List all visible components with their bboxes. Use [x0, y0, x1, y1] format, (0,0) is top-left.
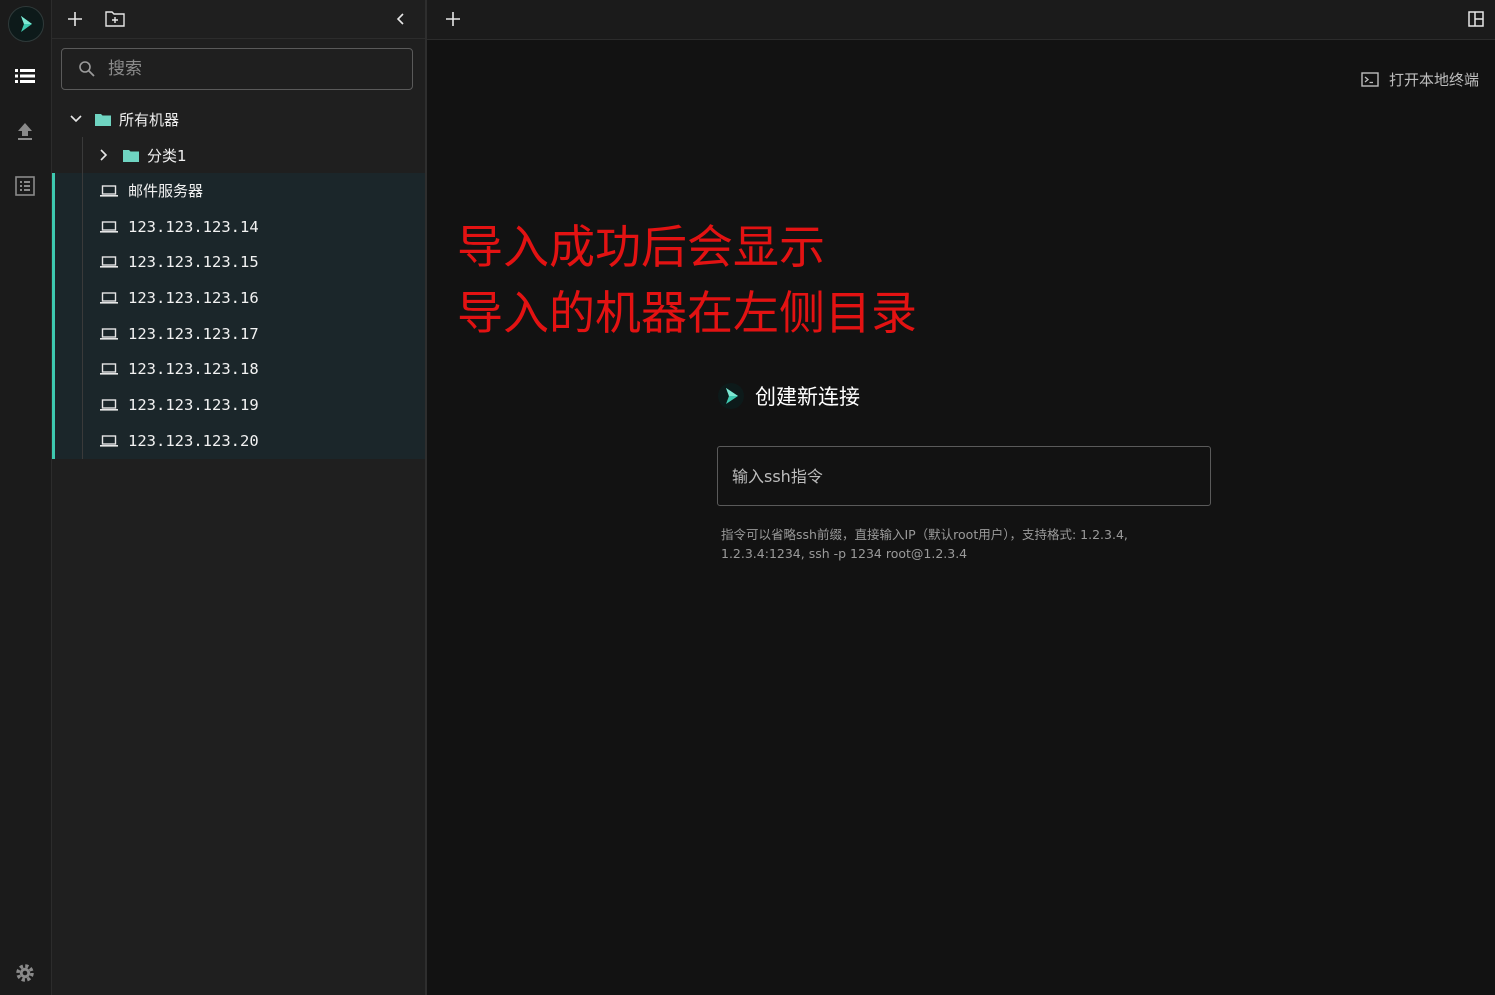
- laptop-icon: [100, 185, 118, 197]
- laptop-icon: [100, 434, 118, 447]
- host-item[interactable]: 123.123.123.16: [55, 280, 425, 316]
- tree-folder-label: 分类1: [147, 146, 187, 165]
- laptop-icon: [100, 256, 118, 268]
- main-area: 打开本地终端 导入成功后会显示 导入的机器在左侧目录 创建新连接 指令可以省略s…: [427, 0, 1495, 995]
- host-label: 123.123.123.14: [128, 217, 259, 236]
- search-input[interactable]: [106, 58, 400, 80]
- list-icon[interactable]: [14, 65, 36, 87]
- host-label: 123.123.123.17: [128, 324, 259, 343]
- logo-icon: [718, 383, 744, 409]
- machine-tree: 所有机器 分类1 邮件服务器 123.123.123.14 123.123.12…: [52, 101, 425, 459]
- laptop-icon: [100, 292, 118, 304]
- ssh-command-field: [717, 446, 1211, 506]
- ssh-hint-line-2: 1.2.3.4:1234, ssh -p 1234 root@1.2.3.4: [721, 546, 968, 561]
- logo-icon[interactable]: [8, 6, 44, 42]
- chevron-down-icon[interactable]: [69, 112, 83, 126]
- create-connection-header: 创建新连接: [717, 381, 860, 411]
- sidebar-toolbar: [52, 0, 425, 39]
- laptop-icon: [100, 220, 118, 233]
- chevron-right-icon[interactable]: [97, 148, 111, 162]
- folder-icon: [123, 149, 139, 162]
- tree-folder-category[interactable]: 分类1: [52, 137, 425, 173]
- annotation-line-1: 导入成功后会显示: [457, 220, 825, 274]
- tree-guide-line: [82, 137, 83, 457]
- host-item[interactable]: 123.123.123.18: [55, 351, 425, 387]
- host-label: 123.123.123.16: [128, 288, 259, 307]
- laptop-icon: [100, 399, 118, 411]
- settings-icon[interactable]: [14, 962, 36, 984]
- terminal-icon: [1361, 72, 1379, 87]
- new-folder-icon[interactable]: [104, 8, 126, 30]
- ssh-hint-text: 指令可以省略ssh前缀，直接输入IP（默认root用户），支持格式: 1.2.3…: [721, 525, 1191, 563]
- activity-rail: [0, 0, 52, 995]
- host-item[interactable]: 123.123.123.15: [55, 244, 425, 280]
- host-item[interactable]: 邮件服务器: [55, 173, 425, 209]
- search-icon: [79, 61, 95, 77]
- folder-icon: [95, 113, 111, 126]
- split-layout-icon[interactable]: [1465, 8, 1487, 30]
- tree-root-all-machines[interactable]: 所有机器: [52, 101, 425, 137]
- plus-icon[interactable]: [64, 8, 86, 30]
- laptop-icon: [100, 363, 118, 375]
- host-item[interactable]: 123.123.123.19: [55, 387, 425, 423]
- annotation-line-2: 导入的机器在左侧目录: [457, 286, 917, 340]
- host-label: 123.123.123.20: [128, 431, 259, 450]
- log-icon[interactable]: [14, 175, 36, 197]
- host-item[interactable]: 123.123.123.14: [55, 209, 425, 245]
- annotation-text: 导入成功后会显示 导入的机器在左侧目录: [457, 214, 917, 346]
- host-item[interactable]: 123.123.123.17: [55, 316, 425, 352]
- tab-bar: [427, 0, 1495, 40]
- open-local-terminal-button[interactable]: 打开本地终端: [1361, 69, 1479, 90]
- laptop-icon: [100, 327, 118, 340]
- plus-icon[interactable]: [442, 8, 464, 30]
- create-connection-title: 创建新连接: [755, 385, 860, 409]
- host-list: 邮件服务器 123.123.123.14 123.123.123.15 123.…: [52, 173, 425, 459]
- ssh-command-input[interactable]: [718, 447, 1210, 505]
- upload-icon[interactable]: [14, 120, 36, 142]
- host-label: 123.123.123.18: [128, 360, 259, 379]
- tree-root-label: 所有机器: [119, 110, 180, 129]
- host-label: 123.123.123.19: [128, 395, 259, 414]
- search-box: [61, 48, 413, 90]
- host-item[interactable]: 123.123.123.20: [55, 423, 425, 459]
- ssh-hint-line-1: 指令可以省略ssh前缀，直接输入IP（默认root用户），支持格式: 1.2.3…: [721, 527, 1128, 542]
- sidebar: 所有机器 分类1 邮件服务器 123.123.123.14 123.123.12…: [52, 0, 427, 995]
- collapse-icon[interactable]: [389, 8, 411, 30]
- host-label: 邮件服务器: [128, 182, 204, 201]
- host-label: 123.123.123.15: [128, 253, 259, 272]
- open-local-terminal-label: 打开本地终端: [1388, 71, 1479, 89]
